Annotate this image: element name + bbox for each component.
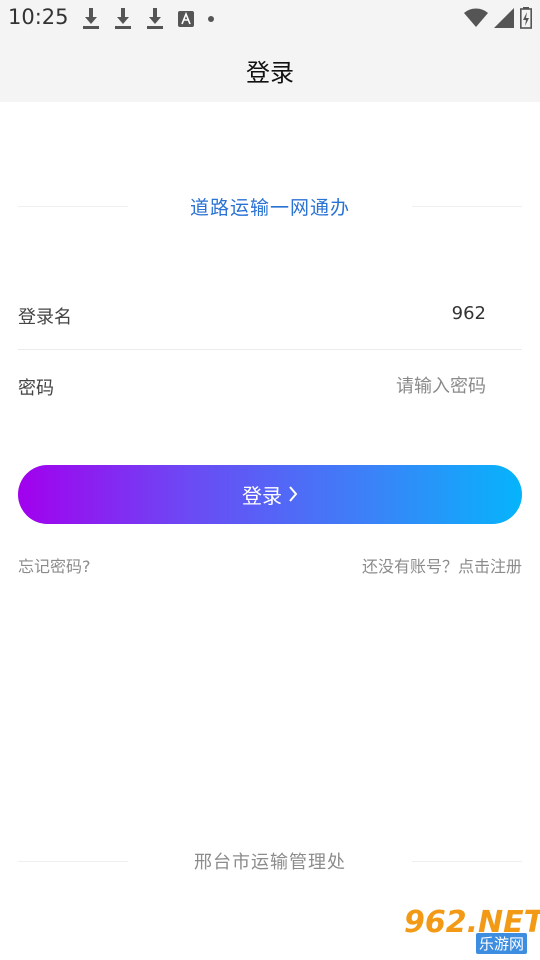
login-button[interactable]: 登录 [18, 465, 522, 524]
watermark-logo: 962.NET 乐游网 [404, 905, 540, 957]
notification-dot [208, 16, 214, 22]
password-label: 密码 [18, 378, 54, 399]
register-link[interactable]: 还没有账号？点击注册 [362, 553, 522, 577]
battery-icon [520, 7, 532, 29]
status-notifications [82, 8, 214, 30]
password-row: 密码 [18, 351, 522, 421]
username-row: 登录名 962 [18, 280, 522, 350]
download-icon [82, 8, 100, 30]
status-bar: 10:25 [0, 0, 540, 36]
divider-right [412, 206, 522, 207]
footer-section: 邢台市运输管理处 [18, 843, 522, 879]
brand-section: 道路运输一网通办 [18, 188, 522, 224]
forgot-password-link[interactable]: 忘记密码? [18, 553, 91, 577]
footer-divider-right [412, 861, 522, 862]
page-title: 登录 [246, 59, 294, 87]
title-bar: 登录 [0, 36, 540, 102]
text-a-icon [178, 10, 194, 28]
username-label: 登录名 [18, 307, 72, 328]
watermark-sub: 乐游网 [476, 933, 528, 954]
username-field[interactable]: 962 [452, 303, 486, 324]
signal-icon [494, 8, 514, 28]
login-button-label: 登录 [242, 484, 282, 508]
status-time: 10:25 [8, 5, 69, 29]
download-icon [114, 8, 132, 30]
chevron-right-icon [288, 483, 298, 507]
download-icon [146, 8, 164, 30]
status-system-icons [464, 7, 532, 29]
password-field[interactable] [226, 371, 486, 401]
wifi-icon [464, 8, 488, 28]
